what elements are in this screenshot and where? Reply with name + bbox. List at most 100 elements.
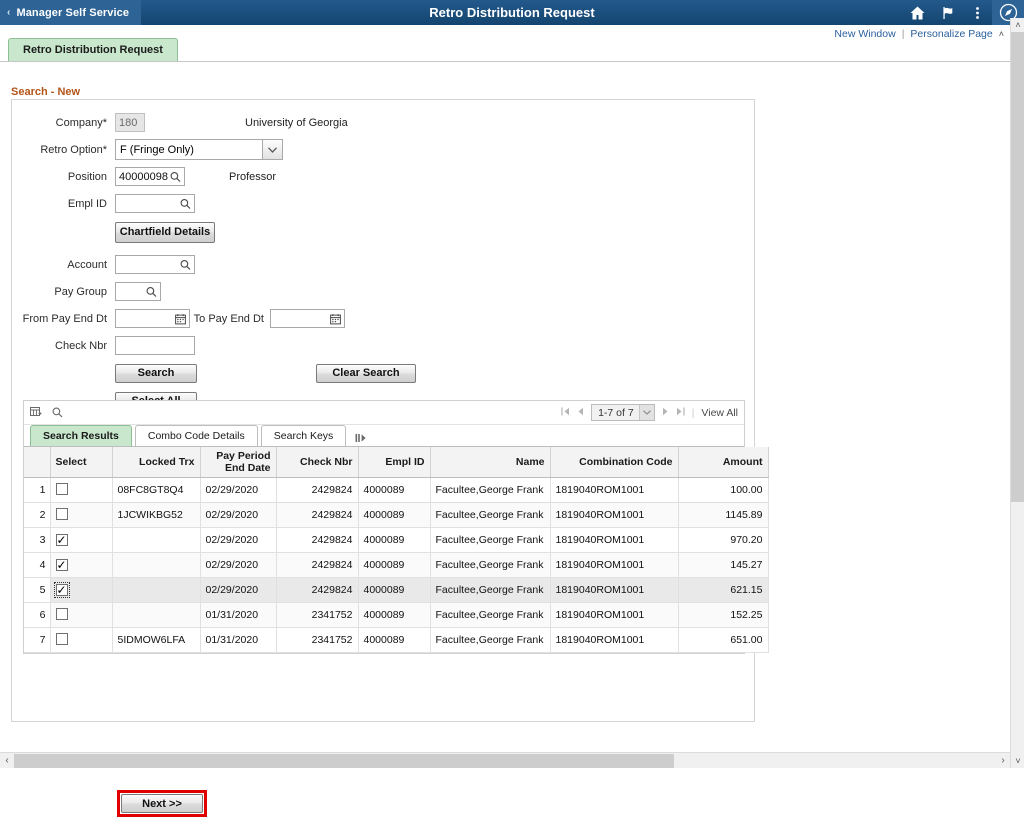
flag-icon[interactable]: [932, 0, 962, 25]
column-header-name: Name: [430, 447, 550, 478]
results-table: Select Locked Trx Pay Period End Date Ch…: [24, 447, 769, 653]
from-pay-end-dt-field[interactable]: [115, 309, 190, 328]
scroll-left-icon[interactable]: ‹: [0, 753, 14, 769]
calendar-icon[interactable]: [330, 313, 341, 324]
scroll-right-icon[interactable]: ›: [996, 753, 1010, 769]
grid-tab-bar: Search Results Combo Code Details Search…: [24, 425, 744, 447]
cell-combination-code: 1819040ROM1001: [550, 628, 678, 653]
column-header-check-nbr: Check Nbr: [276, 447, 358, 478]
scroll-down-icon[interactable]: ˅: [1011, 754, 1024, 768]
to-pay-end-dt-field[interactable]: [270, 309, 345, 328]
pay-group-lookup-icon[interactable]: [146, 286, 157, 297]
actions-menu-icon[interactable]: [962, 0, 992, 25]
position-lookup-icon[interactable]: [170, 171, 181, 182]
search-form: Company* 180 University of Georgia Retro…: [12, 112, 756, 418]
retro-option-select[interactable]: F (Fringe Only): [115, 139, 283, 160]
position-label: Position: [12, 171, 115, 183]
view-all-link[interactable]: View All: [701, 407, 738, 419]
field-row-pay-end-dates: From Pay End Dt To Pay End Dt: [12, 308, 756, 329]
table-row[interactable]: 3✓02/29/202024298244000089Facultee,Georg…: [24, 528, 768, 553]
field-row-check-nbr: Check Nbr: [12, 335, 756, 356]
cell-locked-trx: [112, 603, 200, 628]
last-page-icon[interactable]: [676, 407, 685, 419]
collapse-caret-icon[interactable]: ˄: [999, 29, 1004, 39]
page-tabstrip: Retro Distribution Request: [0, 38, 1010, 62]
first-page-icon[interactable]: [561, 407, 570, 419]
row-select-checkbox[interactable]: ✓: [56, 559, 68, 571]
previous-page-icon[interactable]: [577, 407, 584, 419]
vertical-scrollbar-thumb[interactable]: [1011, 32, 1024, 502]
cell-pay-period-end-date: 02/29/2020: [200, 478, 276, 503]
clear-search-button[interactable]: Clear Search: [316, 364, 416, 383]
row-index: 4: [24, 553, 50, 578]
cell-empl-id: 4000089: [358, 503, 430, 528]
position-field[interactable]: 40000098: [115, 167, 185, 186]
empl-id-lookup-icon[interactable]: [180, 198, 191, 209]
check-nbr-label: Check Nbr: [12, 340, 115, 352]
search-results-grid: 1-7 of 7 | View All Search Results: [23, 400, 745, 654]
table-row[interactable]: 601/31/202023417524000089Facultee,George…: [24, 603, 768, 628]
row-select-checkbox[interactable]: [56, 508, 68, 520]
calendar-icon[interactable]: [175, 313, 186, 324]
vertical-scrollbar[interactable]: ˄ ˅: [1010, 18, 1024, 768]
back-to-manager-self-service-button[interactable]: ‹ Manager Self Service: [0, 0, 141, 25]
page-count-selector[interactable]: 1-7 of 7: [591, 404, 655, 421]
find-icon[interactable]: [52, 407, 63, 418]
grid-personalize-icon[interactable]: [30, 407, 42, 418]
row-select-checkbox[interactable]: [56, 633, 68, 645]
table-row[interactable]: 108FC8GT8Q402/29/202024298244000089Facul…: [24, 478, 768, 503]
row-select-checkbox[interactable]: [56, 608, 68, 620]
cell-name: Facultee,George Frank: [430, 528, 550, 553]
company-field: 180: [115, 113, 145, 132]
tab-retro-distribution-request[interactable]: Retro Distribution Request: [8, 38, 178, 61]
pay-group-field[interactable]: [115, 282, 161, 301]
cell-check-nbr: 2429824: [276, 503, 358, 528]
search-button[interactable]: Search: [115, 364, 197, 383]
grid-tab-search-results[interactable]: Search Results: [30, 425, 132, 446]
checkmark-icon: ✓: [56, 535, 66, 545]
header-icon-group: [902, 0, 1024, 25]
cell-name: Facultee,George Frank: [430, 553, 550, 578]
grid-tab-combo-code-details[interactable]: Combo Code Details: [135, 425, 258, 446]
next-button[interactable]: Next >>: [121, 794, 203, 813]
home-icon[interactable]: [902, 0, 932, 25]
next-page-icon[interactable]: [662, 407, 669, 419]
check-nbr-field[interactable]: [115, 336, 195, 355]
field-row-empl-id: Empl ID: [12, 193, 756, 214]
cell-amount: 621.15: [678, 578, 768, 603]
position-value: 40000098: [119, 171, 168, 183]
results-table-body: 108FC8GT8Q402/29/202024298244000089Facul…: [24, 478, 768, 653]
row-select-cell: [50, 478, 112, 503]
row-index: 1: [24, 478, 50, 503]
account-lookup-icon[interactable]: [180, 259, 191, 270]
row-select-cell: ✓: [50, 578, 112, 603]
field-row-retro-option: Retro Option* F (Fringe Only): [12, 139, 756, 160]
table-row[interactable]: 5✓02/29/202024298244000089Facultee,Georg…: [24, 578, 768, 603]
cell-check-nbr: 2429824: [276, 578, 358, 603]
horizontal-scrollbar-thumb[interactable]: [14, 754, 674, 768]
cell-check-nbr: 2341752: [276, 603, 358, 628]
scroll-up-icon[interactable]: ˄: [1011, 18, 1024, 32]
horizontal-scrollbar[interactable]: ‹ ›: [0, 752, 1010, 768]
from-pay-end-dt-label: From Pay End Dt: [12, 313, 115, 325]
cell-pay-period-end-date: 02/29/2020: [200, 553, 276, 578]
empl-id-field[interactable]: [115, 194, 195, 213]
next-button-highlight: Next >>: [117, 790, 207, 817]
row-select-cell: [50, 503, 112, 528]
company-description: University of Georgia: [245, 117, 348, 129]
cell-empl-id: 4000089: [358, 478, 430, 503]
grid-tab-label: Search Keys: [274, 430, 334, 442]
account-field[interactable]: [115, 255, 195, 274]
row-select-checkbox[interactable]: ✓: [56, 534, 68, 546]
row-select-checkbox[interactable]: ✓: [56, 584, 68, 596]
to-pay-end-dt-label: To Pay End Dt: [190, 313, 270, 325]
table-row[interactable]: 21JCWIKBG5202/29/202024298244000089Facul…: [24, 503, 768, 528]
column-header-combination-code: Combination Code: [550, 447, 678, 478]
row-select-checkbox[interactable]: [56, 483, 68, 495]
expand-tabs-icon[interactable]: [349, 433, 374, 446]
cell-amount: 1145.89: [678, 503, 768, 528]
grid-tab-search-keys[interactable]: Search Keys: [261, 425, 347, 446]
chartfield-details-button[interactable]: Chartfield Details: [115, 222, 215, 243]
table-row[interactable]: 75IDMOW6LFA01/31/202023417524000089Facul…: [24, 628, 768, 653]
table-row[interactable]: 4✓02/29/202024298244000089Facultee,Georg…: [24, 553, 768, 578]
